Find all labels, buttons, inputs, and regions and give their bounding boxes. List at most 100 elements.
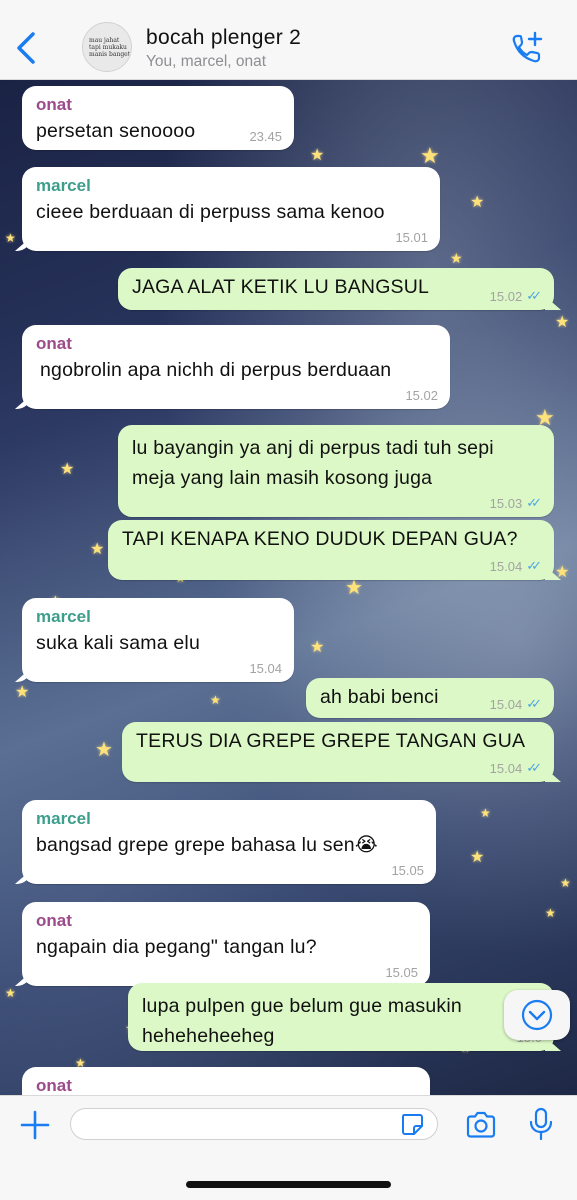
message-time: 23.45 [249, 129, 282, 144]
message-time: 15.05 [391, 863, 424, 878]
chevron-left-icon [17, 32, 35, 64]
bubble-tail [15, 395, 31, 409]
star-decoration: ★ [470, 849, 485, 866]
message-text-line: heheheheeheg [142, 1025, 275, 1047]
message-outgoing[interactable]: JAGA ALAT KETIK LU BANGSUL 15.02 ✓✓ [118, 268, 561, 310]
message-incoming[interactable]: onat ngobrolin apa nichh di perpus berdu… [15, 325, 450, 409]
star-decoration: ★ [310, 639, 325, 656]
star-decoration: ★ [60, 461, 75, 478]
voice-record-button[interactable] [527, 1106, 555, 1142]
message-time: 15.01 [395, 230, 428, 245]
phone-plus-icon [512, 31, 543, 63]
star-decoration: ★ [210, 693, 221, 707]
message-text-line: lupa pulpen gue belum gue masukin [142, 995, 462, 1017]
message-outgoing[interactable]: TERUS DIA GREPE GREPE TANGAN GUA 15.04 ✓✓ [122, 722, 561, 782]
message-text-line: lu bayangin ya anj di perpus tadi tuh se… [132, 437, 494, 459]
chat-area[interactable]: ★ ★ ★ ★ ★ ★ ★ ★ ★ ★ ★ ★ ★ ★ ★ ★ ★ ★ ★ ★ … [0, 80, 577, 1095]
message-time: 15.03 [489, 495, 523, 511]
plus-icon [20, 1110, 50, 1140]
read-ticks-icon: ✓✓ [526, 760, 542, 775]
star-decoration: ★ [310, 147, 325, 164]
message-text: cieee berduaan di perpuss sama kenoo [36, 201, 385, 223]
microphone-icon [529, 1107, 553, 1141]
star-decoration: ★ [555, 314, 570, 331]
message-time: 15.04 [489, 558, 523, 574]
sticker-button[interactable] [400, 1112, 424, 1136]
message-time: 15.02 [489, 288, 523, 304]
message-sender: marcel [36, 607, 91, 626]
message-text-line: meja yang lain masih kosong juga [132, 467, 433, 489]
home-indicator [186, 1181, 391, 1188]
message-text: ngapain dia pegang" tangan lu? [36, 936, 317, 958]
star-decoration: ★ [545, 906, 556, 920]
message-time: 15.05 [385, 965, 418, 980]
message-sender: onat [36, 1076, 72, 1095]
message-outgoing[interactable]: lupa pulpen gue belum gue masukin hehehe… [128, 983, 561, 1051]
message-incoming[interactable]: onat ngapain dia pegang" tangan lu? 15.0… [15, 902, 430, 986]
message-sender: marcel [36, 176, 91, 195]
group-avatar[interactable]: mau jahat tapi mukaku manis banget [82, 22, 132, 72]
composer-bar [0, 1095, 577, 1200]
star-decoration: ★ [5, 986, 16, 1000]
message-incoming[interactable]: onat persetan senoooo 23.45 [22, 86, 294, 150]
bubble-tail [15, 972, 31, 986]
star-decoration: ★ [15, 684, 30, 701]
message-text: JAGA ALAT KETIK LU BANGSUL [132, 276, 430, 298]
message-time: 15.04 [249, 661, 282, 676]
message-outgoing[interactable]: TAPI KENAPA KENO DUDUK DEPAN GUA? 15.04 ✓… [108, 520, 561, 580]
message-text: TAPI KENAPA KENO DUDUK DEPAN GUA? [122, 528, 518, 550]
camera-icon [466, 1111, 496, 1138]
message-meta: 15.04 ✓✓ [490, 696, 542, 712]
star-decoration: ★ [90, 541, 105, 558]
message-sender: marcel [36, 809, 91, 828]
message-sender: onat [36, 95, 72, 114]
group-members[interactable]: You, marcel, onat [146, 53, 266, 71]
message-outgoing[interactable]: lu bayangin ya anj di perpus tadi tuh se… [118, 425, 554, 517]
message-meta: 15.02 ✓✓ [490, 288, 542, 304]
star-decoration: ★ [535, 405, 555, 430]
message-text: bangsad grepe grepe bahasa lu sen😭 [36, 834, 378, 856]
bubble-tail [15, 870, 31, 884]
message-outgoing[interactable]: ah babi benci 15.04 ✓✓ [306, 678, 554, 718]
message-incoming[interactable]: marcel suka kali sama elu 15.04 [15, 598, 294, 682]
camera-button[interactable] [464, 1108, 498, 1142]
star-decoration: ★ [345, 577, 363, 599]
star-decoration: ★ [450, 250, 463, 266]
message-time: 15.04 [489, 760, 523, 776]
star-decoration: ★ [560, 876, 571, 890]
back-button[interactable] [14, 30, 42, 66]
message-text: TERUS DIA GREPE GREPE TANGAN GUA [136, 730, 526, 752]
message-incoming[interactable]: onat [22, 1067, 430, 1095]
message-meta: 15.03 ✓✓ [490, 495, 542, 511]
bubble-tail [545, 768, 561, 782]
message-sender: onat [36, 911, 72, 930]
read-ticks-icon: ✓✓ [526, 558, 542, 573]
bubble-tail [545, 296, 561, 310]
read-ticks-icon: ✓✓ [526, 495, 542, 510]
message-text: ngobrolin apa nichh di perpus berduaan [40, 359, 392, 381]
message-sender: onat [36, 334, 72, 353]
bubble-tail [15, 668, 31, 682]
message-input[interactable] [70, 1108, 438, 1140]
chat-header: mau jahat tapi mukaku manis banget bocah… [0, 0, 577, 80]
scroll-to-bottom-button[interactable] [504, 990, 570, 1040]
star-decoration: ★ [470, 194, 485, 211]
star-decoration: ★ [480, 806, 491, 820]
star-decoration: ★ [5, 231, 16, 245]
message-time: 15.04 [489, 696, 523, 712]
message-time: 15.02 [405, 388, 438, 403]
add-call-button[interactable] [510, 30, 546, 66]
chevron-down-circle-icon [521, 999, 553, 1031]
attach-button[interactable] [18, 1108, 52, 1142]
message-incoming[interactable]: marcel bangsad grepe grepe bahasa lu sen… [15, 800, 436, 884]
star-decoration: ★ [95, 739, 113, 761]
read-ticks-icon: ✓✓ [526, 696, 542, 711]
message-text: suka kali sama elu [36, 632, 201, 654]
message-text: persetan senoooo [36, 120, 196, 142]
message-incoming[interactable]: marcel cieee berduaan di perpuss sama ke… [15, 167, 440, 251]
star-decoration: ★ [420, 143, 440, 168]
read-ticks-icon: ✓✓ [526, 288, 542, 303]
sticker-icon [402, 1114, 423, 1135]
group-title[interactable]: bocah plenger 2 [146, 26, 301, 50]
message-meta: 15.04 ✓✓ [490, 558, 542, 574]
